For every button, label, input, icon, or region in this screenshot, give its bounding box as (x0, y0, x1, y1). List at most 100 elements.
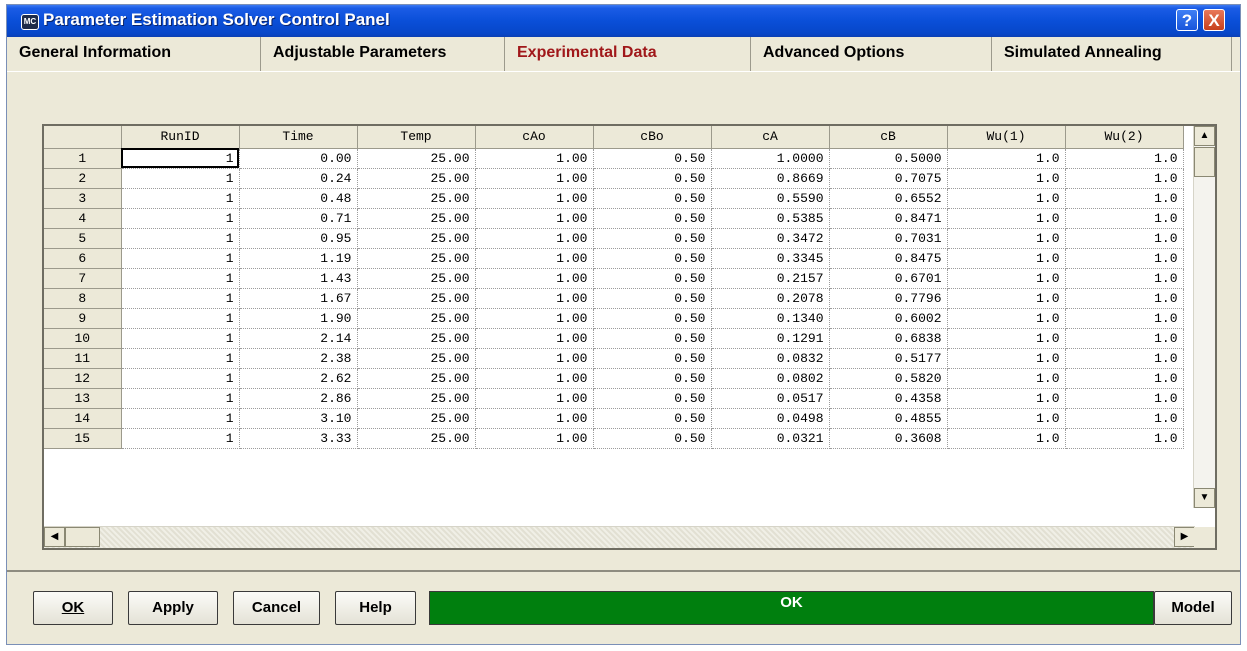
row-header[interactable]: 8 (44, 288, 122, 309)
data-cell[interactable]: 25.00 (357, 168, 476, 189)
data-cell[interactable]: 1.0 (947, 388, 1066, 409)
data-cell[interactable]: 1 (121, 348, 240, 369)
data-cell[interactable]: 0.24 (239, 168, 358, 189)
data-cell[interactable]: 1.0 (1065, 288, 1184, 309)
scroll-up-icon[interactable]: ▲ (1194, 126, 1215, 146)
data-cell[interactable]: 25.00 (357, 308, 476, 329)
data-cell[interactable]: 0.50 (593, 268, 712, 289)
data-cell[interactable]: 1.00 (475, 388, 594, 409)
data-cell[interactable]: 25.00 (357, 228, 476, 249)
data-cell[interactable]: 0.50 (593, 408, 712, 429)
data-cell[interactable]: 1.0 (947, 268, 1066, 289)
column-header[interactable]: Wu(2) (1065, 126, 1184, 149)
data-cell[interactable]: 1.0 (947, 428, 1066, 449)
experimental-data-grid[interactable]: RunID Time Temp cAo cBo cA cB Wu(1) Wu(2… (42, 124, 1217, 550)
tab-adjustable-parameters[interactable]: Adjustable Parameters (261, 37, 505, 71)
data-cell[interactable]: 0.5000 (829, 148, 948, 169)
data-cell[interactable]: 25.00 (357, 348, 476, 369)
data-cell[interactable]: 1.0 (1065, 368, 1184, 389)
data-cell[interactable]: 1.00 (475, 148, 594, 169)
data-cell[interactable]: 25.00 (357, 368, 476, 389)
column-header[interactable]: cB (829, 126, 948, 149)
row-header[interactable]: 14 (44, 408, 122, 429)
data-cell[interactable]: 1 (121, 388, 240, 409)
data-cell[interactable]: 1.0 (1065, 428, 1184, 449)
data-cell[interactable]: 1.0 (947, 328, 1066, 349)
data-cell[interactable]: 1.00 (475, 288, 594, 309)
data-cell[interactable]: 25.00 (357, 328, 476, 349)
data-cell[interactable]: 1.00 (475, 228, 594, 249)
row-header[interactable]: 9 (44, 308, 122, 329)
data-cell[interactable]: 0.3472 (711, 228, 830, 249)
column-header[interactable]: Temp (357, 126, 476, 149)
data-cell[interactable]: 0.3345 (711, 248, 830, 269)
data-cell[interactable]: 1.0 (1065, 248, 1184, 269)
data-cell[interactable]: 0.0498 (711, 408, 830, 429)
model-button[interactable]: Model (1154, 591, 1232, 625)
row-header[interactable]: 3 (44, 188, 122, 209)
data-cell[interactable]: 25.00 (357, 428, 476, 449)
data-cell[interactable]: 0.50 (593, 428, 712, 449)
data-cell[interactable]: 1.00 (475, 268, 594, 289)
data-cell[interactable]: 3.10 (239, 408, 358, 429)
data-cell[interactable]: 1.0 (947, 208, 1066, 229)
data-cell[interactable]: 0.50 (593, 288, 712, 309)
column-header[interactable]: cAo (475, 126, 594, 149)
vertical-scroll-thumb[interactable] (1194, 147, 1215, 177)
row-header[interactable]: 6 (44, 248, 122, 269)
data-cell[interactable]: 1 (121, 168, 240, 189)
column-header[interactable]: Wu(1) (947, 126, 1066, 149)
data-cell[interactable]: 1.00 (475, 248, 594, 269)
row-header[interactable]: 5 (44, 228, 122, 249)
data-cell[interactable]: 0.1340 (711, 308, 830, 329)
data-cell[interactable]: 0.7031 (829, 228, 948, 249)
tab-general-information[interactable]: General Information (7, 37, 261, 71)
data-cell[interactable]: 1.0 (947, 148, 1066, 169)
data-cell[interactable]: 0.6838 (829, 328, 948, 349)
data-cell[interactable]: 1.67 (239, 288, 358, 309)
data-cell[interactable]: 1.00 (475, 188, 594, 209)
tab-experimental-data[interactable]: Experimental Data (505, 37, 751, 71)
vertical-scrollbar[interactable]: ▲ ▼ (1193, 126, 1215, 508)
help-button[interactable]: Help (335, 591, 416, 625)
data-cell[interactable]: 1 (121, 148, 240, 169)
data-cell[interactable]: 0.6701 (829, 268, 948, 289)
scroll-left-icon[interactable]: ◀ (44, 527, 65, 547)
data-cell[interactable]: 1 (121, 328, 240, 349)
data-cell[interactable]: 0.2157 (711, 268, 830, 289)
data-cell[interactable]: 25.00 (357, 148, 476, 169)
data-cell[interactable]: 0.95 (239, 228, 358, 249)
data-cell[interactable]: 1 (121, 428, 240, 449)
data-cell[interactable]: 0.8475 (829, 248, 948, 269)
data-cell[interactable]: 1.0 (1065, 208, 1184, 229)
data-cell[interactable]: 0.1291 (711, 328, 830, 349)
data-cell[interactable]: 1 (121, 308, 240, 329)
data-cell[interactable]: 0.71 (239, 208, 358, 229)
row-header[interactable]: 1 (44, 148, 122, 169)
row-header[interactable]: 10 (44, 328, 122, 349)
ok-button[interactable]: OK (33, 591, 113, 625)
data-cell[interactable]: 0.48 (239, 188, 358, 209)
data-cell[interactable]: 1.0 (947, 188, 1066, 209)
data-cell[interactable]: 0.50 (593, 328, 712, 349)
data-cell[interactable]: 0.00 (239, 148, 358, 169)
scroll-down-icon[interactable]: ▼ (1194, 488, 1215, 508)
row-header[interactable]: 13 (44, 388, 122, 409)
column-header[interactable]: Time (239, 126, 358, 149)
data-cell[interactable]: 0.50 (593, 368, 712, 389)
data-cell[interactable]: 0.50 (593, 168, 712, 189)
row-header[interactable]: 2 (44, 168, 122, 189)
data-cell[interactable]: 2.14 (239, 328, 358, 349)
data-cell[interactable]: 1.00 (475, 408, 594, 429)
data-cell[interactable]: 1 (121, 288, 240, 309)
data-cell[interactable]: 0.5820 (829, 368, 948, 389)
data-cell[interactable]: 25.00 (357, 408, 476, 429)
data-cell[interactable]: 0.50 (593, 148, 712, 169)
data-cell[interactable]: 1.0 (1065, 328, 1184, 349)
data-cell[interactable]: 1.90 (239, 308, 358, 329)
data-cell[interactable]: 0.50 (593, 348, 712, 369)
data-cell[interactable]: 2.62 (239, 368, 358, 389)
data-cell[interactable]: 2.86 (239, 388, 358, 409)
help-icon[interactable]: ? (1176, 9, 1198, 31)
data-cell[interactable]: 0.50 (593, 308, 712, 329)
